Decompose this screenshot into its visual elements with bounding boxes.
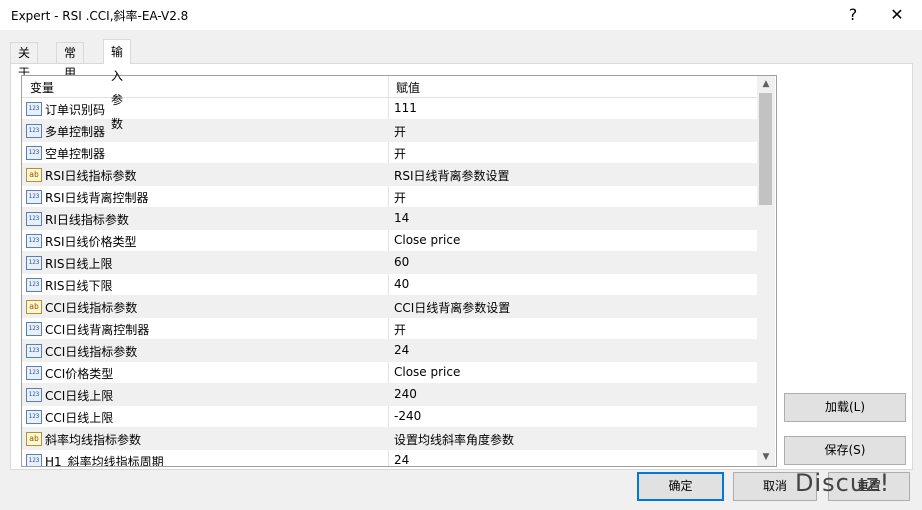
variable-name: CCI价格类型	[45, 367, 114, 381]
variable-value[interactable]: Close price	[394, 365, 460, 379]
variable-value[interactable]: 60	[394, 255, 409, 269]
scroll-thumb[interactable]	[759, 93, 772, 205]
variable-name: 多单控制器	[45, 125, 106, 139]
variable-value[interactable]: -240	[394, 409, 421, 423]
inputs-grid[interactable]: 变量 赋值 123 订单识别码 111 123 多单控制器开 123 空单控制器开 ab RSI…	[21, 75, 777, 467]
variable-name: 订单识别码	[45, 103, 106, 117]
grid-row[interactable]: 123 RI日线指标参数 14	[22, 208, 757, 230]
number-type-icon: 123	[26, 190, 42, 204]
variable-value[interactable]: Close price	[394, 233, 460, 247]
variable-value[interactable]: 开	[394, 189, 406, 206]
number-type-icon: 123	[26, 234, 42, 248]
number-type-icon: 123	[26, 212, 42, 226]
variable-value[interactable]: 设置均线斜率角度参数	[394, 431, 514, 448]
column-header-variable[interactable]: 变量	[30, 79, 54, 96]
save-button[interactable]: 保存(S)	[784, 436, 906, 465]
watermark: Discuz!	[795, 469, 891, 497]
variable-value[interactable]: RSI日线背离参数设置	[394, 167, 510, 184]
grid-row[interactable]: 123 RSI日线价格类型 Close price	[22, 230, 757, 252]
close-button[interactable]: ✕	[886, 4, 908, 26]
column-header-value[interactable]: 赋值	[396, 79, 420, 96]
variable-value[interactable]: 开	[394, 123, 406, 140]
number-type-icon: 123	[26, 366, 42, 380]
grid-row[interactable]: 123 订单识别码 111	[22, 98, 757, 120]
variable-value[interactable]: 24	[394, 453, 409, 466]
variable-value[interactable]: CCI日线背离参数设置	[394, 299, 510, 316]
grid-row[interactable]: 123 CCI价格类型 Close price	[22, 362, 757, 384]
grid-row[interactable]: 123 空单控制器 开	[22, 142, 757, 164]
variable-value[interactable]: 40	[394, 277, 409, 291]
string-type-icon: ab	[26, 300, 42, 314]
grid-row[interactable]: ab RSI日线指标参数 RSI日线背离参数设置	[22, 164, 757, 186]
number-type-icon: 123	[26, 454, 42, 466]
number-type-icon: 123	[26, 102, 42, 116]
variable-value[interactable]: 111	[394, 101, 417, 115]
variable-value[interactable]: 240	[394, 387, 417, 401]
number-type-icon: 123	[26, 410, 42, 424]
number-type-icon: 123	[26, 124, 42, 138]
variable-name: 斜率均线指标参数	[45, 433, 142, 447]
number-type-icon: 123	[26, 322, 42, 336]
grid-header: 变量 赋值	[22, 76, 757, 98]
load-button[interactable]: 加载(L)	[784, 393, 906, 422]
variable-name: CCI日线指标参数	[45, 301, 138, 315]
variable-name: H1_斜率均线指标周期	[45, 455, 164, 467]
grid-row[interactable]: 123 RSI日线背离控制器 开	[22, 186, 757, 208]
scroll-down-icon[interactable]: ▼	[757, 449, 775, 466]
number-type-icon: 123	[26, 388, 42, 402]
variable-name: CCI日线上限	[45, 389, 114, 403]
grid-row[interactable]: 123 RIS日线上限 60	[22, 252, 757, 274]
variable-value[interactable]: 开	[394, 321, 406, 338]
variable-name: CCI日线上限	[45, 411, 114, 425]
grid-row[interactable]: 123 多单控制器 开	[22, 120, 757, 142]
vertical-scrollbar[interactable]: ▲ ▼	[757, 76, 775, 466]
variable-name: RI日线指标参数	[45, 213, 129, 227]
variable-name: RSI日线背离控制器	[45, 191, 149, 205]
grid-row[interactable]: 123 H1_斜率均线指标周期 24	[22, 450, 757, 467]
variable-name: RIS日线下限	[45, 279, 113, 293]
grid-row[interactable]: 123 CCI日线上限 240	[22, 384, 757, 406]
number-type-icon: 123	[26, 256, 42, 270]
grid-row[interactable]: 123 CCI日线上限 -240	[22, 406, 757, 428]
grid-rows: 123 订单识别码 111 123 多单控制器开 123 空单控制器开 ab RSI日线指标参数…	[22, 98, 757, 467]
tab-about[interactable]: 关于	[10, 42, 39, 80]
ok-button[interactable]: 确定	[637, 472, 724, 501]
variable-name: CCI日线指标参数	[45, 345, 138, 359]
tab-inputs[interactable]: 输入参数	[103, 39, 132, 131]
grid-row[interactable]: 123 RIS日线下限 40	[22, 274, 757, 296]
variable-name: RSI日线指标参数	[45, 169, 137, 183]
tab-common[interactable]: 常用	[56, 42, 85, 80]
variable-name: RSI日线价格类型	[45, 235, 137, 249]
window-title: Expert - RSI .CCI,斜率-EA-V2.8	[11, 9, 189, 23]
help-button[interactable]: ?	[842, 4, 864, 26]
number-type-icon: 123	[26, 146, 42, 160]
grid-row[interactable]: 123 CCI日线指标参数 24	[22, 340, 757, 362]
number-type-icon: 123	[26, 278, 42, 292]
scroll-up-icon[interactable]: ▲	[757, 76, 775, 93]
string-type-icon: ab	[26, 432, 42, 446]
grid-row[interactable]: ab CCI日线指标参数 CCI日线背离参数设置	[22, 296, 757, 318]
variable-value[interactable]: 14	[394, 211, 409, 225]
variable-name: CCI日线背离控制器	[45, 323, 150, 337]
number-type-icon: 123	[26, 344, 42, 358]
variable-value[interactable]: 24	[394, 343, 409, 357]
variable-name: RIS日线上限	[45, 257, 113, 271]
string-type-icon: ab	[26, 168, 42, 182]
grid-row[interactable]: 123 CCI日线背离控制器 开	[22, 318, 757, 340]
grid-row[interactable]: ab 斜率均线指标参数 设置均线斜率角度参数	[22, 428, 757, 450]
title-bar: Expert - RSI .CCI,斜率-EA-V2.8 ? ✕	[0, 0, 922, 30]
variable-name: 空单控制器	[45, 147, 106, 161]
variable-value[interactable]: 开	[394, 145, 406, 162]
